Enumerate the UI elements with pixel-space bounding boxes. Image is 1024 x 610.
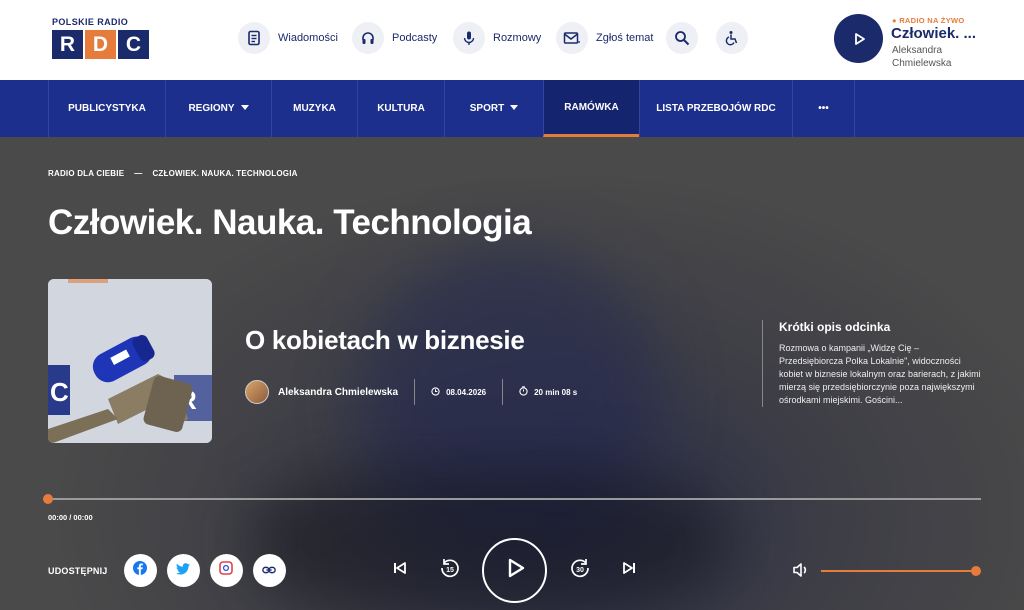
headphones-icon xyxy=(352,22,384,54)
search-icon xyxy=(666,22,698,54)
copy-link-button[interactable] xyxy=(252,554,286,587)
share-image-button[interactable] xyxy=(209,554,243,587)
breadcrumb: RADIO DLA CIEBIE — CZŁOWIEK. NAUKA. TECH… xyxy=(48,169,298,178)
progress-handle[interactable] xyxy=(43,494,53,504)
svg-text:30: 30 xyxy=(576,567,584,574)
more-icon: ••• xyxy=(818,103,829,114)
breadcrumb-separator: — xyxy=(134,169,143,178)
live-host: Aleksandra Chmielewska xyxy=(892,45,952,69)
document-icon xyxy=(238,22,270,54)
nav-rozmowy[interactable]: Rozmowy xyxy=(453,22,541,54)
play-icon xyxy=(854,32,865,45)
episode-hero: RADIO DLA CIEBIE — CZŁOWIEK. NAUKA. TECH… xyxy=(0,137,1024,610)
progress-bar[interactable] xyxy=(43,494,981,504)
forward-30-icon: 30 xyxy=(569,557,591,584)
mail-icon xyxy=(556,22,588,54)
nav-label: Zgłoś temat xyxy=(596,32,654,44)
svg-text:15: 15 xyxy=(446,567,454,574)
description-text: Rozmowa o kampanii „Widzę Cię – Przedsię… xyxy=(779,343,981,405)
nav-ramowka[interactable]: RAMÓWKA xyxy=(543,80,639,137)
nav-muzyka[interactable]: MUZYKA xyxy=(271,80,357,137)
nav-label: Podcasty xyxy=(392,32,438,44)
rewind-15-icon: 15 xyxy=(439,557,461,584)
rewind-button[interactable]: 15 xyxy=(438,558,462,582)
chevron-down-icon xyxy=(510,103,519,114)
episode-meta: Aleksandra Chmielewska 08.04.2026 20 min… xyxy=(245,379,577,405)
nav-label: Rozmowy xyxy=(493,32,542,44)
live-badge: ● RADIO NA ŻYWO xyxy=(892,16,965,25)
share-bar: UDOSTĘPNIJ xyxy=(48,554,286,587)
nav-lista-przebojow[interactable]: LISTA PRZEBOJÓW RDC xyxy=(639,80,792,137)
chevron-down-icon xyxy=(240,103,249,114)
nav-kultura[interactable]: KULTURA xyxy=(357,80,444,137)
clock-icon xyxy=(431,386,440,398)
page-title: Człowiek. Nauka. Technologia xyxy=(48,203,532,242)
accessibility-button[interactable] xyxy=(716,22,748,54)
breadcrumb-home[interactable]: RADIO DLA CIEBIE xyxy=(48,169,124,178)
svg-text:C: C xyxy=(50,377,69,407)
nav-label: Wiadomości xyxy=(278,32,338,44)
next-track-button[interactable] xyxy=(618,559,640,581)
facebook-icon xyxy=(133,561,148,580)
description-title: Krótki opis odcinka xyxy=(779,320,891,334)
stopwatch-icon xyxy=(519,386,528,398)
volume-handle[interactable] xyxy=(971,566,981,576)
live-play-button[interactable] xyxy=(834,14,883,63)
microphone-photo: C R xyxy=(48,279,212,443)
twitter-icon xyxy=(176,562,191,580)
volume-slider[interactable] xyxy=(821,570,977,572)
avatar xyxy=(245,380,269,404)
nav-sport[interactable]: SPORT xyxy=(444,80,543,137)
nav-wiadomosci[interactable]: Wiadomości xyxy=(238,22,338,54)
more-menu-button[interactable]: ••• xyxy=(792,80,855,137)
nav-publicystyka[interactable]: PUBLICYSTYKA xyxy=(48,80,165,137)
logo-letter-r: R xyxy=(52,30,83,59)
share-facebook-button[interactable] xyxy=(123,554,157,587)
top-header: POLSKIE RADIO R D C Wiadomości Podcasty … xyxy=(0,0,1024,80)
time-readout: 00:00 / 00:00 xyxy=(48,513,93,522)
share-twitter-button[interactable] xyxy=(166,554,200,587)
episode-date: 08.04.2026 xyxy=(431,386,486,398)
mute-button[interactable] xyxy=(792,562,810,583)
divider xyxy=(502,379,504,405)
logo-letter-d: D xyxy=(85,30,116,59)
previous-track-button[interactable] xyxy=(389,559,411,581)
microphone-icon xyxy=(453,22,485,54)
logo-letter-c: C xyxy=(118,30,149,59)
nav-podcasty[interactable]: Podcasty xyxy=(352,22,437,54)
skip-previous-icon xyxy=(393,561,407,580)
image-share-icon xyxy=(219,561,233,580)
search-button[interactable] xyxy=(666,22,698,54)
play-button[interactable] xyxy=(482,538,547,603)
accessibility-icon xyxy=(716,22,748,54)
episode-author[interactable]: Aleksandra Chmielewska xyxy=(278,387,398,398)
episode-thumbnail: C R xyxy=(48,279,212,443)
skip-next-icon xyxy=(622,561,636,580)
breadcrumb-current[interactable]: CZŁOWIEK. NAUKA. TECHNOLOGIA xyxy=(152,169,297,178)
live-show-title: Człowiek. ... xyxy=(891,25,977,42)
nav-zglos-temat[interactable]: Zgłoś temat xyxy=(556,22,653,54)
main-nav: PUBLICYSTYKA REGIONY MUZYKA KULTURA SPOR… xyxy=(0,80,1024,137)
nav-regiony[interactable]: REGIONY xyxy=(165,80,271,137)
episode-title: O kobietach w biznesie xyxy=(245,325,525,355)
forward-button[interactable]: 30 xyxy=(568,558,592,582)
rdc-logo[interactable]: POLSKIE RADIO R D C xyxy=(52,17,150,59)
share-label: UDOSTĘPNIJ xyxy=(48,565,108,576)
live-radio-widget[interactable]: ● RADIO NA ŻYWO Człowiek. ... Aleksandra… xyxy=(834,14,1014,69)
play-icon xyxy=(503,556,527,585)
divider xyxy=(414,379,416,405)
link-icon xyxy=(262,562,276,580)
episode-duration: 20 min 08 s xyxy=(519,386,577,398)
episode-description: Krótki opis odcinka Rozmowa o kampanii „… xyxy=(762,320,982,407)
volume-icon xyxy=(792,563,810,582)
logo-text: POLSKIE RADIO xyxy=(52,17,129,27)
